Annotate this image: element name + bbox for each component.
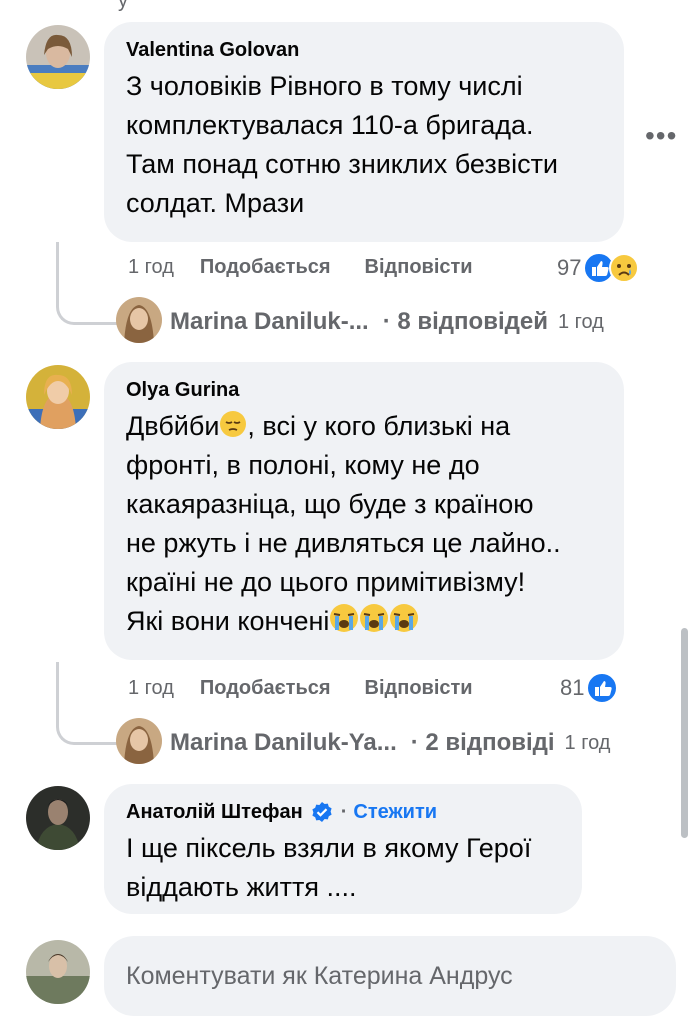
avatar[interactable]	[26, 25, 90, 89]
comment-time[interactable]: 1 год	[128, 256, 174, 279]
comment-text: І ще піксель взяли в якому Герої віддают…	[126, 833, 532, 902]
comment-text-part: Двбйби	[126, 411, 220, 441]
comment-bubble: Valentina Golovan З чоловіків Рівного в …	[104, 22, 624, 242]
comment-input[interactable]: Коментувати як Катерина Андрус	[104, 936, 676, 1016]
like-button[interactable]: Подобається	[200, 677, 331, 700]
comment-author[interactable]: Olya Gurina	[126, 378, 602, 402]
reply-author: Marina Daniluk-Ya...	[170, 729, 397, 756]
comment-actions: 1 год Подобається Відповісти	[128, 256, 507, 279]
reply-time: 1 год	[557, 310, 604, 333]
crying-emoji-icon	[360, 604, 389, 632]
reply-time: 1 год	[564, 731, 611, 754]
crying-emoji-icon	[390, 604, 419, 632]
reply-author: Marina Daniluk-...	[170, 308, 369, 335]
reaction-count: 81	[560, 675, 585, 700]
like-icon	[586, 672, 619, 704]
sad-icon	[609, 253, 640, 283]
view-replies-link[interactable]: Marina Daniluk-... · 8 відповідей 1 год	[170, 308, 604, 336]
follow-button[interactable]: Стежити	[353, 800, 437, 824]
reply-count: · 2 відповіді	[410, 729, 555, 756]
comment-text: З чоловіків Рівного в тому числі комплек…	[126, 71, 559, 218]
pensive-emoji-icon	[220, 411, 247, 437]
crying-emoji-icon	[330, 604, 359, 632]
comment-author-row: Анатолій Штефан · Стежити	[126, 800, 560, 824]
comment-time[interactable]: 1 год	[128, 677, 174, 700]
current-user-avatar[interactable]	[26, 940, 90, 1004]
reaction-count: 97	[557, 255, 582, 280]
reaction-summary[interactable]: 81	[560, 672, 619, 704]
reply-count: · 8 відповідей	[382, 308, 548, 335]
more-options-button[interactable]: •••	[645, 120, 677, 152]
thread-connector	[56, 662, 119, 745]
reaction-summary[interactable]: 97	[557, 252, 640, 284]
comment-bubble: Olya Gurina Двбйби, всі у кого близькі н…	[104, 362, 624, 660]
comment-author[interactable]: Valentina Golovan	[126, 38, 602, 62]
comment-actions: 1 год Подобається Відповісти	[128, 677, 507, 700]
like-button[interactable]: Подобається	[200, 256, 331, 279]
clipped-text-fragment: у	[118, 0, 128, 12]
comment-text: Двбйби, всі у кого близькі на фронті, в …	[126, 407, 602, 641]
avatar[interactable]	[116, 297, 162, 343]
view-replies-link[interactable]: Marina Daniluk-Ya... · 2 відповіді 1 год	[170, 729, 610, 757]
verified-badge-icon	[312, 802, 332, 822]
thread-connector	[56, 242, 119, 325]
avatar[interactable]	[26, 365, 90, 429]
scrollbar[interactable]	[681, 628, 688, 838]
comment-bubble: Анатолій Штефан · Стежити І ще піксель в…	[104, 784, 582, 914]
reply-button[interactable]: Відповісти	[365, 677, 473, 700]
avatar[interactable]	[116, 718, 162, 764]
avatar[interactable]	[26, 786, 90, 850]
comment-author[interactable]: Анатолій Штефан	[126, 800, 303, 824]
separator-dot: ·	[340, 801, 348, 823]
reply-button[interactable]: Відповісти	[365, 256, 473, 279]
